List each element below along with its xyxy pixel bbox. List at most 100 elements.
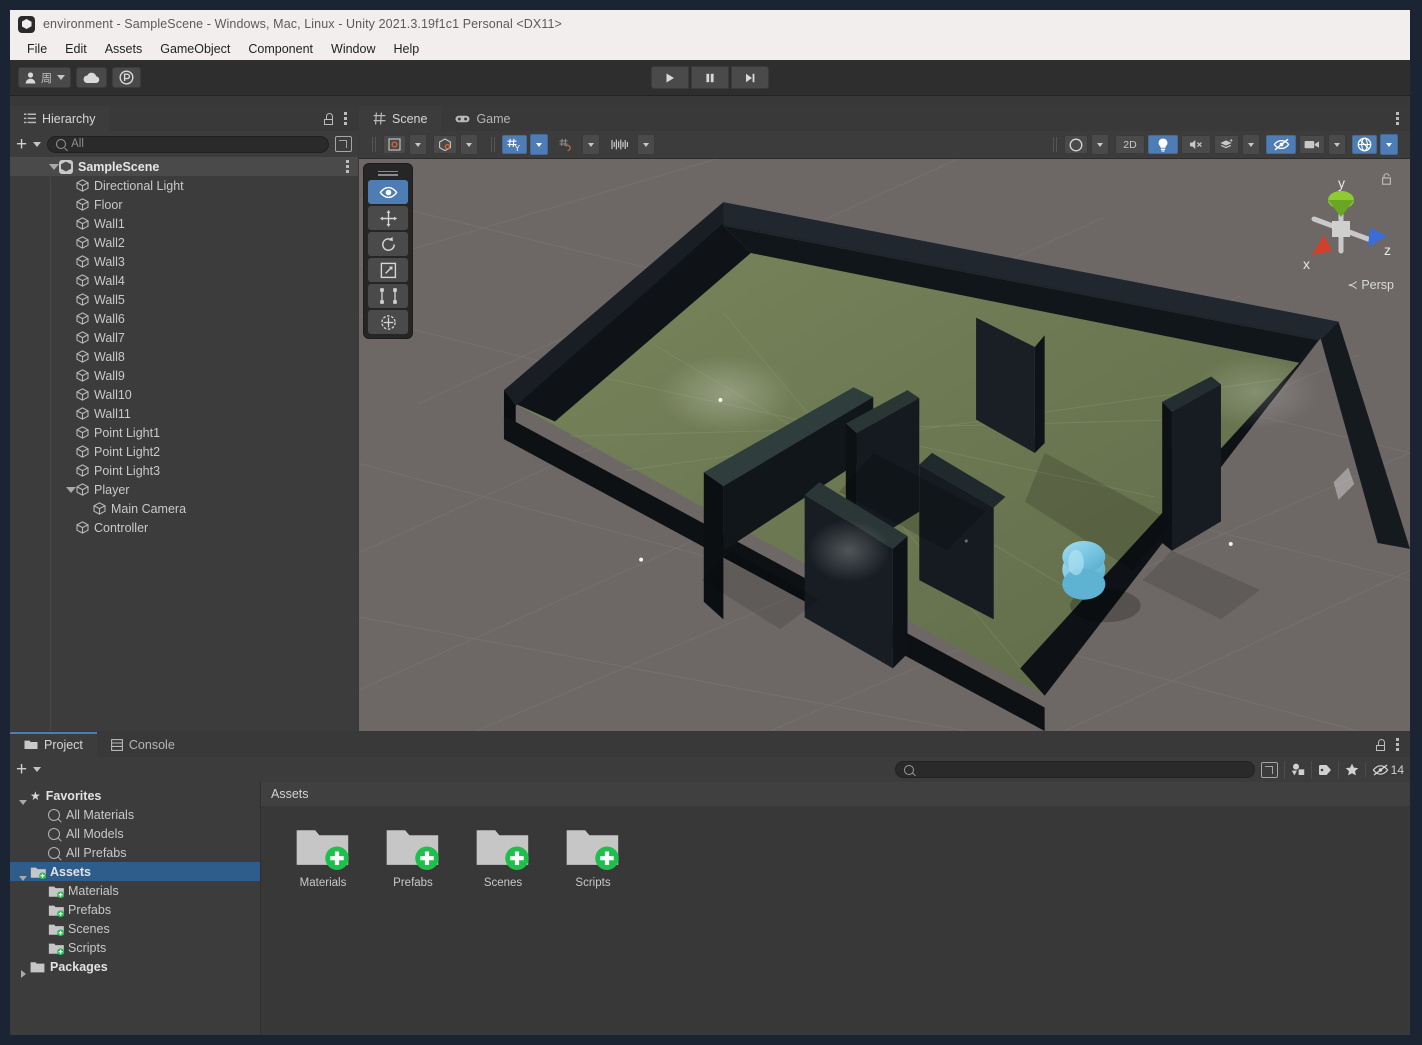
hierarchy-row-wall3[interactable]: Wall3 <box>10 252 358 271</box>
expand-search-icon[interactable] <box>335 136 352 152</box>
hierarchy-tree[interactable]: SampleScene Directional Light Floor Wall1 Wa… <box>10 157 358 731</box>
plus-icon[interactable]: + <box>16 135 27 154</box>
scene-fx-dropdown[interactable] <box>1242 134 1260 155</box>
filter-by-label-button[interactable] <box>1310 760 1338 779</box>
tab-console[interactable]: Console <box>97 732 189 757</box>
pivot-rotation-button[interactable] <box>433 135 457 154</box>
gizmos-button[interactable] <box>1352 135 1377 154</box>
kebab-menu-icon[interactable] <box>1396 112 1400 125</box>
pivot-mode-dropdown[interactable] <box>409 134 427 155</box>
hierarchy-row-wall5[interactable]: Wall5 <box>10 290 358 309</box>
draw-mode-dropdown[interactable] <box>1091 134 1109 155</box>
search-input[interactable]: All <box>47 135 329 153</box>
cloud-button[interactable] <box>76 67 107 88</box>
hierarchy-row-player[interactable]: Player <box>10 480 358 499</box>
scene-lighting-button[interactable] <box>1148 135 1178 154</box>
rotate-tool[interactable] <box>368 232 408 256</box>
account-button[interactable]: 周 <box>18 67 71 88</box>
hierarchy-row-directional-light[interactable]: Directional Light <box>10 176 358 195</box>
play-button[interactable] <box>651 66 689 89</box>
tab-hierarchy[interactable]: Hierarchy <box>10 106 110 131</box>
kebab-menu-icon[interactable] <box>344 112 348 125</box>
plus-icon[interactable]: + <box>16 760 27 779</box>
transform-tool[interactable] <box>368 310 408 334</box>
filter-by-type-button[interactable] <box>1283 760 1311 779</box>
hierarchy-row-controller[interactable]: Controller <box>10 518 358 537</box>
view-tool[interactable] <box>368 180 408 204</box>
project-folder-tree[interactable]: ★ Favorites All Materials All Models All Pre… <box>10 782 261 1035</box>
project-tree-item-prefabs[interactable]: Prefabs <box>10 900 260 919</box>
gizmos-dropdown[interactable] <box>1380 134 1398 155</box>
hierarchy-row-point-light2[interactable]: Point Light2 <box>10 442 358 461</box>
hierarchy-row-wall6[interactable]: Wall6 <box>10 309 358 328</box>
pause-button[interactable] <box>691 66 729 89</box>
tab-project[interactable]: Project <box>10 732 97 757</box>
step-button[interactable] <box>731 66 769 89</box>
chevron-down-icon[interactable] <box>57 75 65 80</box>
scene-view-camera-dropdown[interactable] <box>637 134 655 155</box>
scene-view-gizmo[interactable]: y z x <box>1286 173 1396 291</box>
hierarchy-row-wall2[interactable]: Wall2 <box>10 233 358 252</box>
pivot-rotation-dropdown[interactable] <box>460 134 478 155</box>
project-search-input[interactable] <box>894 761 1255 778</box>
project-tree-item-all-prefabs[interactable]: All Prefabs <box>10 843 260 862</box>
hierarchy-row-samplescene[interactable]: SampleScene <box>10 157 358 176</box>
project-tree-item-scenes[interactable]: Scenes <box>10 919 260 938</box>
scale-tool[interactable] <box>368 258 408 282</box>
menu-component[interactable]: Component <box>239 42 322 56</box>
lock-icon[interactable] <box>1375 738 1386 751</box>
grid-snapping-dropdown[interactable] <box>582 134 600 155</box>
collab-button[interactable] <box>112 67 141 88</box>
hierarchy-row-wall1[interactable]: Wall1 <box>10 214 358 233</box>
chevron-down-icon[interactable] <box>48 161 59 172</box>
project-tree-item-assets[interactable]: Assets <box>10 862 260 881</box>
project-tree-item-packages[interactable]: Packages <box>10 957 260 978</box>
project-tree-item-all-models[interactable]: All Models <box>10 824 260 843</box>
scene-camera-button[interactable] <box>1299 135 1325 154</box>
project-asset-view[interactable]: Assets Materials Prefabs Scenes Scripts <box>261 782 1410 1035</box>
menu-help[interactable]: Help <box>384 42 428 56</box>
hidden-objects-button[interactable] <box>1266 135 1296 154</box>
asset-item-prefabs[interactable]: Prefabs <box>385 824 441 889</box>
scene-camera-dropdown[interactable] <box>1328 134 1346 155</box>
scene-audio-button[interactable] <box>1181 135 1211 154</box>
asset-item-materials[interactable]: Materials <box>295 824 351 889</box>
hierarchy-row-wall4[interactable]: Wall4 <box>10 271 358 290</box>
asset-grid[interactable]: Materials Prefabs Scenes Scripts <box>261 806 1410 1035</box>
filter-by-favorite-button[interactable] <box>1337 760 1365 779</box>
menu-gameobject[interactable]: GameObject <box>151 42 239 56</box>
project-tree-item-favorites[interactable]: ★ Favorites <box>10 786 260 805</box>
chevron-down-icon[interactable] <box>65 484 76 495</box>
menu-window[interactable]: Window <box>322 42 384 56</box>
hierarchy-row-floor[interactable]: Floor <box>10 195 358 214</box>
pivot-mode-button[interactable] <box>383 135 406 154</box>
hierarchy-row-wall8[interactable]: Wall8 <box>10 347 358 366</box>
menu-assets[interactable]: Assets <box>96 42 152 56</box>
scene-view-camera-button[interactable] <box>606 135 634 154</box>
hierarchy-row-point-light1[interactable]: Point Light1 <box>10 423 358 442</box>
menu-file[interactable]: File <box>18 42 56 56</box>
project-tree-item-all-materials[interactable]: All Materials <box>10 805 260 824</box>
project-tree-item-materials[interactable]: Materials <box>10 881 260 900</box>
chevron-down-icon[interactable] <box>33 767 42 772</box>
draw-mode-button[interactable] <box>1064 135 1088 154</box>
scene-fx-button[interactable] <box>1214 135 1239 154</box>
overlay-drag-handle[interactable] <box>368 168 408 178</box>
expand-search-icon[interactable] <box>1260 761 1278 778</box>
scene-viewport[interactable]: y z x ≺ Persp <box>359 159 1410 731</box>
hierarchy-row-wall9[interactable]: Wall9 <box>10 366 358 385</box>
chevron-down-icon[interactable] <box>33 141 42 147</box>
grid-snapping-button[interactable] <box>554 135 579 154</box>
toggle-2d-button[interactable]: 2D <box>1115 135 1145 154</box>
hierarchy-row-wall11[interactable]: Wall11 <box>10 404 358 423</box>
hierarchy-row-main-camera[interactable]: Main Camera <box>10 499 358 518</box>
project-tree-item-scripts[interactable]: Scripts <box>10 938 260 957</box>
lock-icon[interactable] <box>323 112 334 125</box>
asset-item-scripts[interactable]: Scripts <box>565 824 621 889</box>
hierarchy-row-point-light3[interactable]: Point Light3 <box>10 461 358 480</box>
grid-snap-y-button[interactable]: Y <box>502 135 527 154</box>
hierarchy-row-wall10[interactable]: Wall10 <box>10 385 358 404</box>
projection-mode-label[interactable]: ≺ Persp <box>1347 277 1394 292</box>
tab-game[interactable]: Game <box>441 106 524 131</box>
hierarchy-row-wall7[interactable]: Wall7 <box>10 328 358 347</box>
